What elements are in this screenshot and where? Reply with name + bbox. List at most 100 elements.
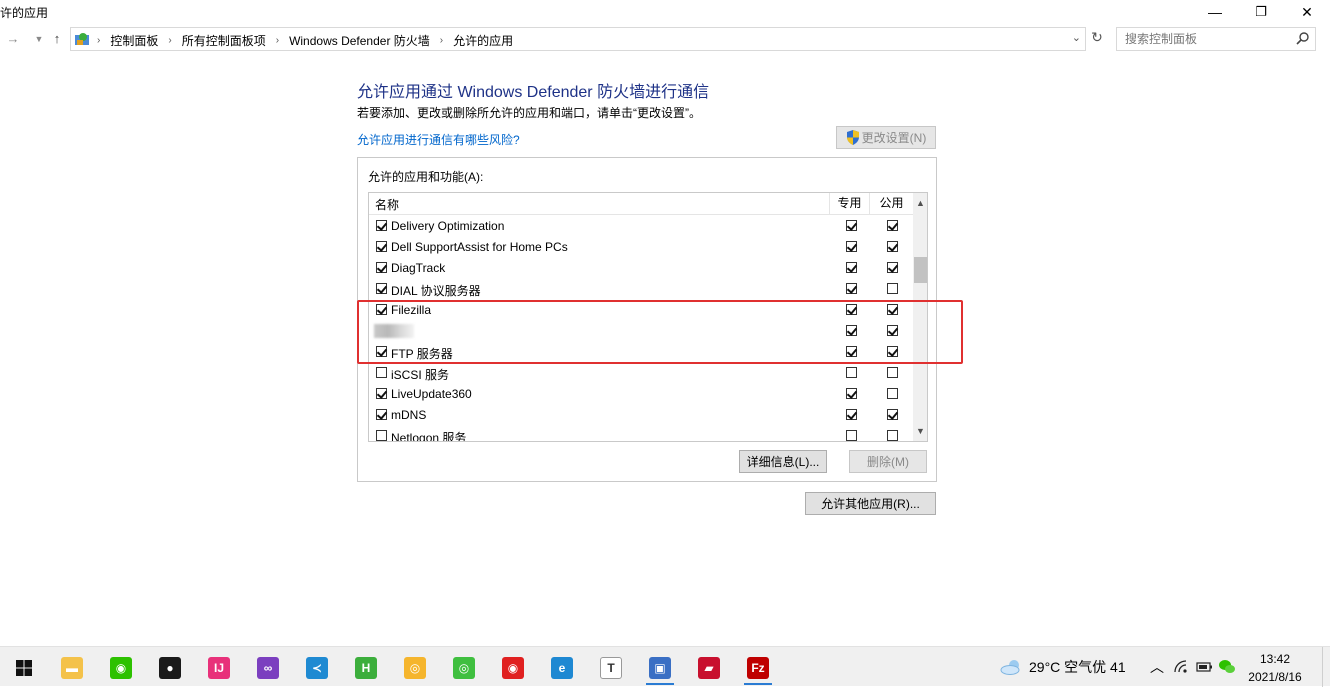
scroll-down-icon[interactable]: ▼ <box>913 423 927 439</box>
hbuilder-icon: H <box>355 657 377 679</box>
filezilla-icon: Fz <box>747 657 769 679</box>
list-item[interactable]: iSCSI 服务 <box>369 363 913 384</box>
public-checkbox[interactable] <box>887 388 898 399</box>
recent-locations-button[interactable]: ▼ <box>30 30 48 48</box>
chevron-right-icon[interactable]: › <box>168 35 171 46</box>
address-dropdown-icon[interactable]: ⌄ <box>1072 31 1081 44</box>
list-item[interactable]: Delivery Optimization <box>369 216 913 237</box>
list-item[interactable]: Netlogon 服务 <box>369 426 913 441</box>
search-icon[interactable] <box>1296 31 1310 45</box>
close-button[interactable]: ✕ <box>1284 0 1330 24</box>
enabled-checkbox[interactable] <box>376 241 387 252</box>
restore-icon: ❐ <box>1255 4 1267 19</box>
breadcrumb-control-panel[interactable]: 控制面板 <box>110 32 158 49</box>
minimize-button[interactable]: — <box>1192 0 1238 24</box>
chevron-right-icon[interactable]: › <box>440 35 443 46</box>
taskbar-app-filezilla[interactable]: Fz <box>736 651 780 685</box>
weather-widget[interactable]: 29°C 空气优 41 <box>1000 647 1126 687</box>
list-item[interactable]: Dell SupportAssist for Home PCs <box>369 237 913 258</box>
taskbar-app-app-red[interactable]: ▰ <box>687 651 731 685</box>
address-bar[interactable]: › 控制面板 › 所有控制面板项 › Windows Defender 防火墙 … <box>70 27 1086 51</box>
clock[interactable]: 13:42 2021/8/16 <box>1243 650 1307 686</box>
scroll-thumb[interactable] <box>914 257 927 283</box>
breadcrumb-allowed-apps[interactable]: 允许的应用 <box>453 32 513 49</box>
private-checkbox[interactable] <box>846 409 857 420</box>
up-button[interactable]: ↑ <box>48 30 66 48</box>
show-hidden-icons-button[interactable]: ︿ <box>1150 647 1164 687</box>
start-button[interactable] <box>2 651 46 685</box>
public-checkbox[interactable] <box>887 220 898 231</box>
taskbar-app-iqiyi[interactable]: ◎ <box>442 651 486 685</box>
public-checkbox[interactable] <box>887 262 898 273</box>
list-item[interactable]: DiagTrack <box>369 258 913 279</box>
scroll-up-icon[interactable]: ▲ <box>913 195 927 211</box>
enabled-checkbox[interactable] <box>376 262 387 273</box>
private-checkbox[interactable] <box>846 241 857 252</box>
search-box[interactable] <box>1116 27 1316 51</box>
search-input[interactable] <box>1125 29 1295 49</box>
enabled-checkbox[interactable] <box>376 367 387 378</box>
taskbar-app-edge[interactable]: e <box>540 651 584 685</box>
intellij-icon: IJ <box>208 657 230 679</box>
chevron-right-icon[interactable]: › <box>276 35 279 46</box>
taskbar-app-file-explorer[interactable]: ▬ <box>50 651 94 685</box>
public-checkbox[interactable] <box>887 283 898 294</box>
app-name: DIAL 协议服务器 <box>391 284 481 298</box>
private-checkbox[interactable] <box>846 430 857 441</box>
taskbar-app-baidu-netdisk[interactable]: ◎ <box>393 651 437 685</box>
private-checkbox[interactable] <box>846 388 857 399</box>
allow-other-app-button[interactable]: 允许其他应用(R)... <box>805 492 936 515</box>
breadcrumb-all-items[interactable]: 所有控制面板项 <box>182 32 266 49</box>
control-panel-icon <box>75 33 89 45</box>
taskbar-app-hbuilder[interactable]: H <box>344 651 388 685</box>
private-checkbox[interactable] <box>846 220 857 231</box>
control-panel-icon: ▣ <box>649 657 671 679</box>
battery-button[interactable] <box>1196 647 1214 687</box>
uac-shield-icon <box>846 130 859 145</box>
weather-cloud-icon <box>1000 660 1020 675</box>
public-checkbox[interactable] <box>887 409 898 420</box>
risk-help-link[interactable]: 允许应用进行通信有哪些风险? <box>357 131 520 148</box>
private-checkbox[interactable] <box>846 367 857 378</box>
public-checkbox[interactable] <box>887 241 898 252</box>
column-header-private[interactable]: 专用 <box>829 193 869 215</box>
app-name: Delivery Optimization <box>391 219 505 233</box>
details-button[interactable]: 详细信息(L)... <box>739 450 827 473</box>
public-checkbox[interactable] <box>887 367 898 378</box>
taskbar-app-wechat[interactable]: ◉ <box>99 651 143 685</box>
column-header-name[interactable]: 名称 <box>375 196 399 213</box>
taskbar-app-qq[interactable]: ● <box>148 651 192 685</box>
back-button[interactable]: → <box>4 30 22 48</box>
windows-start-icon <box>16 660 32 676</box>
taskbar-app-vscode[interactable]: ≺ <box>295 651 339 685</box>
refresh-button[interactable]: ↻ <box>1088 29 1106 49</box>
list-item[interactable]: mDNS <box>369 405 913 426</box>
private-checkbox[interactable] <box>846 262 857 273</box>
remove-button[interactable]: 删除(M) <box>849 450 927 473</box>
taskbar-app-intellij[interactable]: IJ <box>197 651 241 685</box>
taskbar-app-typora[interactable]: T <box>589 651 633 685</box>
taskbar-app-control-panel[interactable]: ▣ <box>638 651 682 685</box>
restore-button[interactable]: ❐ <box>1238 0 1284 24</box>
wechat-icon: ◉ <box>110 657 132 679</box>
breadcrumb-firewall[interactable]: Windows Defender 防火墙 <box>289 32 430 49</box>
public-checkbox[interactable] <box>887 430 898 441</box>
change-settings-button[interactable]: 更改设置(N) <box>836 126 936 149</box>
enabled-checkbox[interactable] <box>376 220 387 231</box>
enabled-checkbox[interactable] <box>376 430 387 441</box>
show-desktop-button[interactable] <box>1322 647 1330 687</box>
list-item[interactable]: DIAL 协议服务器 <box>369 279 913 300</box>
enabled-checkbox[interactable] <box>376 409 387 420</box>
enabled-checkbox[interactable] <box>376 283 387 294</box>
app-name: Dell SupportAssist for Home PCs <box>391 240 568 254</box>
network-button[interactable] <box>1174 647 1190 687</box>
tray-wechat-button[interactable] <box>1218 647 1236 687</box>
taskbar-app-netease-music[interactable]: ◉ <box>491 651 535 685</box>
taskbar-app-visual-studio[interactable]: ∞ <box>246 651 290 685</box>
column-header-public[interactable]: 公用 <box>869 193 913 215</box>
enabled-checkbox[interactable] <box>376 388 387 399</box>
private-checkbox[interactable] <box>846 283 857 294</box>
navigation-bar: → ▼ ↑ › 控制面板 › 所有控制面板项 › Windows Defende… <box>0 26 1330 52</box>
netease-music-icon: ◉ <box>502 657 524 679</box>
list-item[interactable]: LiveUpdate360 <box>369 384 913 405</box>
